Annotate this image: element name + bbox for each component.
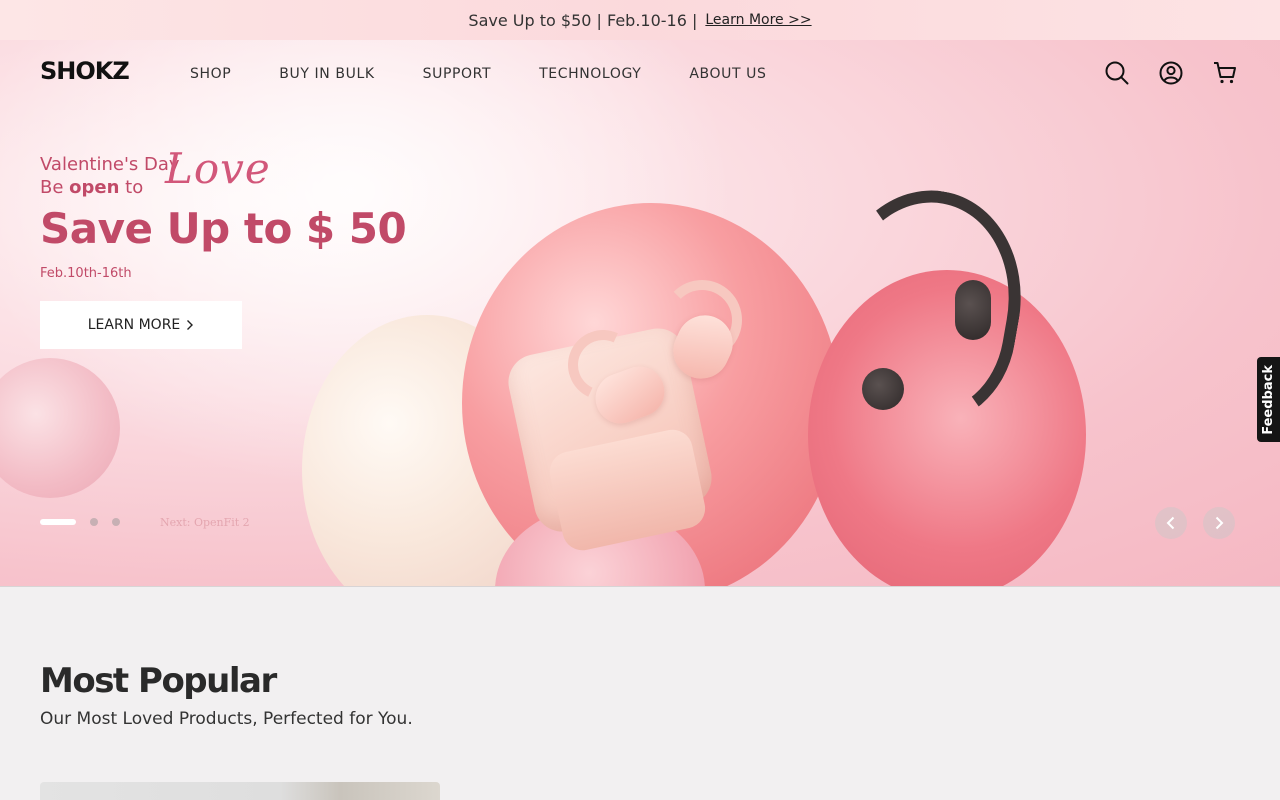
learn-more-label: LEARN MORE	[87, 317, 181, 333]
product-card[interactable]	[40, 782, 440, 800]
chevron-left-icon	[1166, 516, 1175, 530]
search-icon[interactable]	[1104, 60, 1130, 86]
chevron-right-icon	[187, 320, 194, 330]
feedback-tab[interactable]: Feedback	[1257, 357, 1280, 442]
hero-line-be-open: Be open to	[40, 176, 180, 199]
nav-icons	[1104, 60, 1238, 86]
main-nav: SHOKZ SHOP BUY IN BULK SUPPORT TECHNOLOG…	[0, 40, 1280, 108]
hero-title: Save Up to $ 50	[40, 204, 407, 253]
announcement-bar: Save Up to $50 | Feb.10-16 | Learn More …	[0, 0, 1280, 40]
hero-line-post: to	[119, 177, 144, 198]
hero-eyebrow: Valentine's Day Be open to	[40, 153, 180, 199]
hero-line-valentines: Valentine's Day	[40, 154, 180, 175]
account-icon[interactable]	[1158, 60, 1184, 86]
slide-dot-3[interactable]	[112, 518, 120, 526]
nav-item-technology[interactable]: TECHNOLOGY	[539, 66, 641, 82]
slide-dot-1[interactable]	[40, 519, 76, 525]
hero-line-pre: Be	[40, 177, 70, 198]
learn-more-button[interactable]: LEARN MORE	[40, 301, 242, 349]
nav-item-about-us[interactable]: ABOUT US	[689, 66, 766, 82]
feedback-label: Feedback	[1261, 364, 1276, 435]
chevron-right-icon	[1215, 516, 1224, 530]
nav-menu: SHOP BUY IN BULK SUPPORT TECHNOLOGY ABOU…	[190, 66, 766, 82]
slide-indicators	[40, 518, 120, 526]
cart-icon[interactable]	[1212, 60, 1238, 86]
slide-prev-button[interactable]	[1155, 507, 1187, 539]
hero-line-bold: open	[69, 177, 120, 198]
hero-date: Feb.10th-16th	[40, 266, 132, 281]
most-popular-subtitle: Our Most Loved Products, Perfected for Y…	[40, 709, 413, 729]
slide-next-button[interactable]	[1203, 507, 1235, 539]
announcement-learn-more-link[interactable]: Learn More >>	[705, 12, 811, 28]
most-popular-title: Most Popular	[40, 661, 277, 701]
shokz-logo[interactable]: SHOKZ	[40, 57, 130, 85]
nav-item-buy-in-bulk[interactable]: BUY IN BULK	[279, 66, 374, 82]
nav-item-support[interactable]: SUPPORT	[423, 66, 492, 82]
slide-dot-2[interactable]	[90, 518, 98, 526]
announcement-text: Save Up to $50 | Feb.10-16 |	[468, 10, 698, 30]
headphones-pod-right	[955, 280, 991, 340]
nav-item-shop[interactable]: SHOP	[190, 66, 231, 82]
headphones-pod-left	[862, 368, 904, 410]
hero-script-love: Love	[165, 144, 271, 193]
next-slide-label[interactable]: Next: OpenFit 2	[160, 516, 250, 529]
